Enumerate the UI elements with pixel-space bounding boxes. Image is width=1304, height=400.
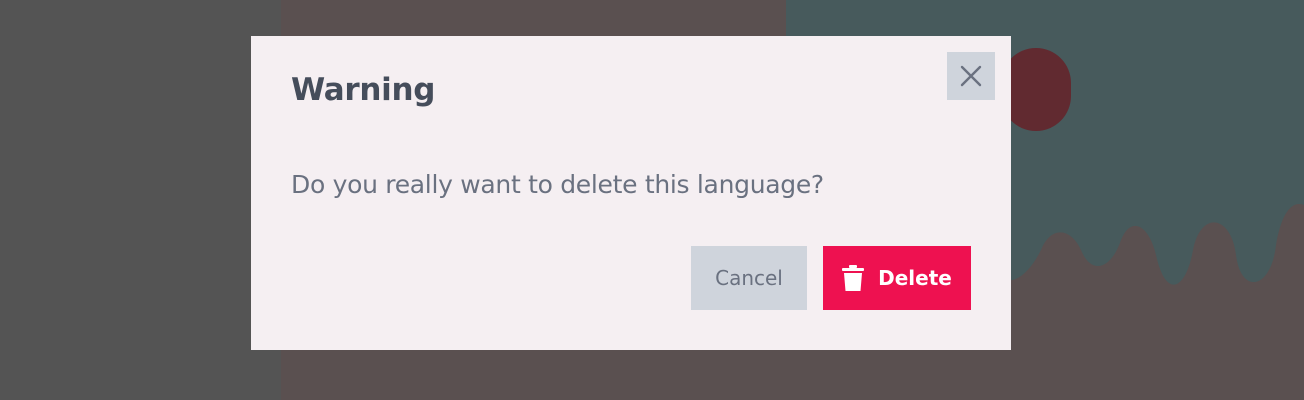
delete-button[interactable]: Delete	[823, 246, 971, 310]
dialog-message: Do you really want to delete this langua…	[291, 170, 824, 199]
warning-dialog: Warning Do you really want to delete thi…	[251, 36, 1011, 350]
trash-icon	[842, 264, 865, 292]
cancel-button[interactable]: Cancel	[691, 246, 807, 310]
close-icon	[960, 65, 982, 87]
close-button[interactable]	[947, 52, 995, 100]
cancel-button-label: Cancel	[715, 266, 783, 290]
dialog-title: Warning	[291, 72, 436, 108]
app-screen: Warning Do you really want to delete thi…	[0, 0, 1304, 400]
delete-button-label: Delete	[878, 266, 952, 290]
